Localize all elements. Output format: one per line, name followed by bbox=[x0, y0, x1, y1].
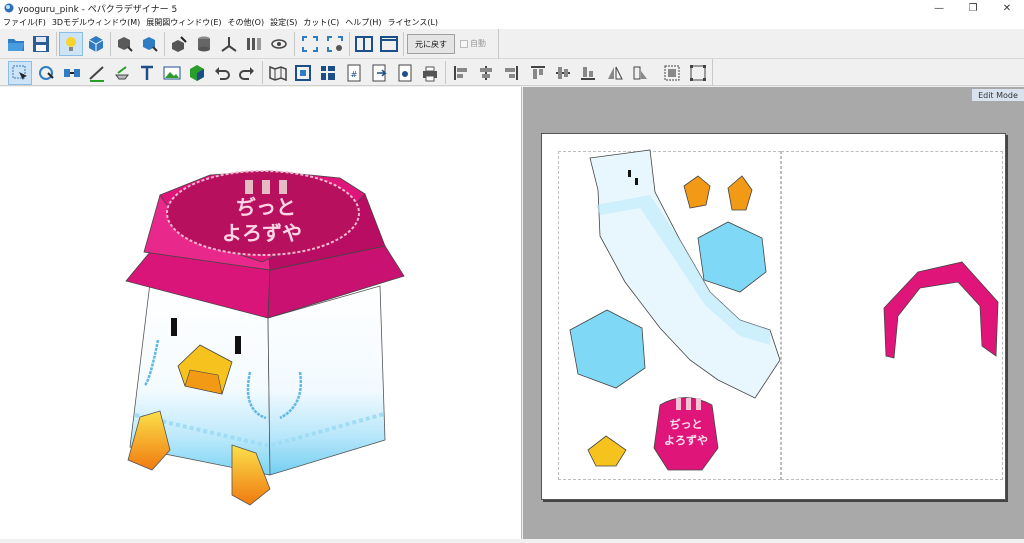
hexagon-left-part bbox=[569, 309, 646, 389]
badge-text-line2: よろずや bbox=[664, 433, 708, 447]
strip-eye bbox=[628, 170, 631, 177]
badge-stripe bbox=[676, 398, 681, 410]
hexagon-right-part bbox=[697, 221, 767, 293]
strip-eye bbox=[635, 178, 638, 185]
foot-part bbox=[587, 435, 627, 467]
unfold-parts: ぢっと よろずや bbox=[569, 149, 999, 471]
badge-stripe bbox=[696, 398, 701, 410]
beak-part-b bbox=[727, 175, 753, 211]
badge-text-line1: ぢっと bbox=[670, 417, 703, 431]
hat-arch-part bbox=[883, 261, 999, 359]
beak-part-a bbox=[683, 175, 711, 209]
badge-stripe bbox=[686, 398, 691, 410]
